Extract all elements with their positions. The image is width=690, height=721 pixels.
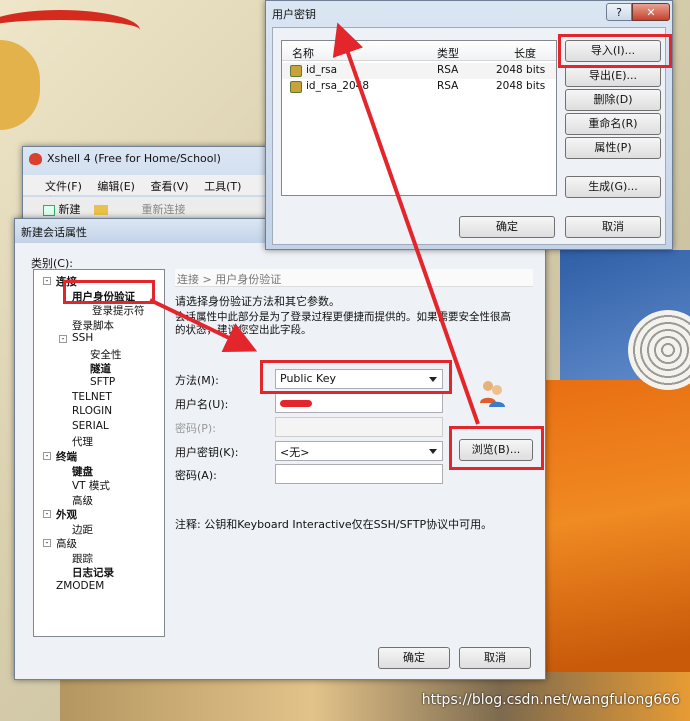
page-header: 连接 > 用户身份验证 <box>175 269 533 287</box>
tree-terminal[interactable]: 终端 <box>56 449 77 464</box>
key-length: 2048 bits <box>496 80 546 92</box>
xshell-menubar: 文件(F) 编辑(E) 查看(V) 工具(T) 窗口 <box>23 175 281 209</box>
userkey-select[interactable]: <无> <box>275 441 443 461</box>
tree-tunnel[interactable]: 隧道 <box>90 361 111 376</box>
tree-expander-icon[interactable]: - <box>43 539 51 547</box>
tree-login-script[interactable]: 登录脚本 <box>72 318 114 333</box>
tree-connection[interactable]: 连接 <box>56 274 77 289</box>
xshell-titlebar: Xshell 4 (Free for Home/School) <box>23 147 281 171</box>
menu-tools[interactable]: 工具(T) <box>204 180 241 193</box>
toolbar-new[interactable]: 新建 <box>59 203 81 216</box>
session-cancel-button[interactable]: 取消 <box>459 647 531 669</box>
method-value: Public Key <box>280 372 336 385</box>
tree-sftp[interactable]: SFTP <box>90 376 115 388</box>
keys-cancel-button[interactable]: 取消 <box>565 216 661 238</box>
method-label: 方法(M): <box>175 374 219 387</box>
tree-login-prompt[interactable]: 登录提示符 <box>92 303 145 318</box>
tree-appearance[interactable]: 外观 <box>56 507 77 522</box>
help-button[interactable]: ? <box>606 3 632 21</box>
session-title: 新建会话属性 <box>21 226 87 239</box>
menu-edit[interactable]: 编辑(E) <box>97 180 135 193</box>
column-length[interactable]: 长度 <box>514 45 536 61</box>
tree-log[interactable]: 日志记录 <box>72 565 114 580</box>
passphrase-input[interactable] <box>275 464 443 484</box>
note-text: 注释: 公钥和Keyboard Interactive仅在SSH/SFTP协议中… <box>175 518 493 531</box>
tree-security[interactable]: 安全性 <box>90 347 122 362</box>
session-properties-dialog: 新建会话属性 类别(C): 连接 用户身份验证 登录提示符 登录脚本 SSH 安… <box>14 218 546 680</box>
tree-expander-icon[interactable]: - <box>43 277 51 285</box>
tree-advanced2[interactable]: 高级 <box>56 536 77 551</box>
passphrase-label: 密码(A): <box>175 469 217 482</box>
tree-expander-icon[interactable]: - <box>43 510 51 518</box>
username-input[interactable] <box>275 393 443 413</box>
description-1: 请选择身份验证方法和其它参数。 <box>175 295 340 308</box>
keys-list[interactable]: 名称 类型 长度 id_rsa RSA 2048 bits id_rsa_204… <box>281 40 557 196</box>
tree-advanced[interactable]: 高级 <box>72 493 93 508</box>
properties-button[interactable]: 属性(P) <box>565 137 661 159</box>
keys-title: 用户密钥 <box>272 8 316 21</box>
key-name: id_rsa_2048 <box>306 80 370 92</box>
tree-proxy[interactable]: 代理 <box>72 434 93 449</box>
close-button[interactable]: ✕ <box>632 3 670 21</box>
import-button[interactable]: 导入(I)... <box>565 40 661 62</box>
export-button[interactable]: 导出(E)... <box>565 65 661 87</box>
description-3: 的状态，建议您空出此字段。 <box>175 324 312 336</box>
username-label: 用户名(U): <box>175 398 229 411</box>
tree-trace[interactable]: 跟踪 <box>72 551 93 566</box>
key-icon <box>290 81 302 93</box>
tree-user-auth[interactable]: 用户身份验证 <box>72 289 135 304</box>
toolbar-reconnect[interactable]: 重新连接 <box>142 203 186 216</box>
redacted-scribble <box>280 400 312 407</box>
keys-list-header: 名称 类型 长度 <box>282 41 556 61</box>
tree-zmodem[interactable]: ZMODEM <box>56 580 104 592</box>
userkey-label: 用户密钥(K): <box>175 446 239 459</box>
table-row[interactable]: id_rsa RSA 2048 bits <box>282 63 556 79</box>
key-length: 2048 bits <box>496 64 546 76</box>
watermark: https://blog.csdn.net/wangfulong666 <box>421 692 680 708</box>
open-folder-icon[interactable] <box>94 205 108 215</box>
table-row[interactable]: id_rsa_2048 RSA 2048 bits <box>282 79 556 95</box>
userkey-value: <无> <box>280 446 310 459</box>
column-name[interactable]: 名称 <box>292 45 314 61</box>
password-label: 密码(P): <box>175 422 216 435</box>
new-session-icon[interactable] <box>43 204 55 216</box>
tree-vt-mode[interactable]: VT 模式 <box>72 478 110 493</box>
tree-ssh[interactable]: SSH <box>72 332 93 344</box>
key-type: RSA <box>437 64 459 76</box>
tree-margin[interactable]: 边距 <box>72 522 93 537</box>
password-input[interactable] <box>275 417 443 437</box>
rename-button[interactable]: 重命名(R) <box>565 113 661 135</box>
generate-button[interactable]: 生成(G)... <box>565 176 661 198</box>
xshell-title: Xshell 4 (Free for Home/School) <box>47 152 221 165</box>
browse-button[interactable]: 浏览(B)... <box>459 439 533 461</box>
tree-rlogin[interactable]: RLOGIN <box>72 405 112 417</box>
menu-file[interactable]: 文件(F) <box>45 180 82 193</box>
key-icon <box>290 65 302 77</box>
method-select[interactable]: Public Key <box>275 369 443 389</box>
users-icon <box>479 379 505 407</box>
tree-expander-icon[interactable]: - <box>43 452 51 460</box>
user-keys-dialog: 用户密钥 ? ✕ 名称 类型 长度 id_rsa RSA 2048 bits i… <box>265 0 673 250</box>
session-ok-button[interactable]: 确定 <box>378 647 450 669</box>
key-type: RSA <box>437 80 459 92</box>
keys-body: 名称 类型 长度 id_rsa RSA 2048 bits id_rsa_204… <box>272 27 666 245</box>
menu-view[interactable]: 查看(V) <box>150 180 188 193</box>
column-type[interactable]: 类型 <box>437 45 459 61</box>
tree-expander-icon[interactable]: - <box>59 335 67 343</box>
xshell-logo-icon <box>29 153 42 165</box>
delete-button[interactable]: 删除(D) <box>565 89 661 111</box>
category-tree[interactable]: 连接 用户身份验证 登录提示符 登录脚本 SSH 安全性 隧道 SFTP TEL… <box>33 269 165 637</box>
tree-keyboard[interactable]: 键盘 <box>72 464 93 479</box>
keys-ok-button[interactable]: 确定 <box>459 216 555 238</box>
key-name: id_rsa <box>306 64 338 76</box>
tree-telnet[interactable]: TELNET <box>72 391 112 403</box>
tree-serial[interactable]: SERIAL <box>72 420 109 432</box>
